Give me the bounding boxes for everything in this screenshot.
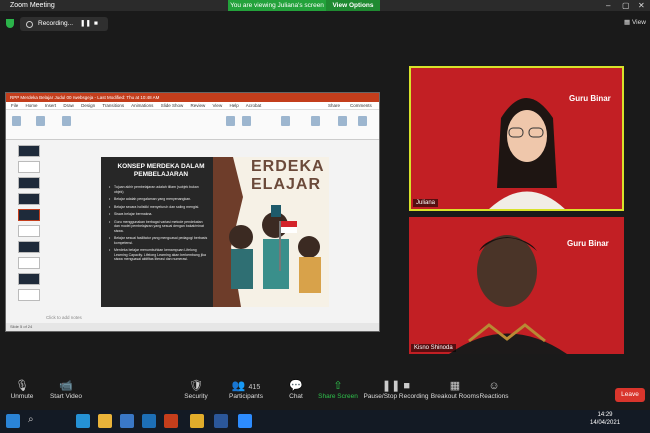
slide-title: KONSEP MERDEKA DALAM PEMBELAJARAN xyxy=(117,163,205,178)
list-item: Belajar adalah pengalaman yang menyenang… xyxy=(109,197,209,202)
view-button[interactable]: ▦ View xyxy=(624,18,646,26)
powerpoint-icon[interactable] xyxy=(164,414,178,428)
menu-draw[interactable]: Draw xyxy=(63,103,74,108)
close-icon[interactable]: ✕ xyxy=(638,0,645,11)
ppt-title-bar: RPP Merdeka Belajar Judul 00 rwebsgeja -… xyxy=(6,93,379,102)
participant-name: Kisno Shinoda xyxy=(411,344,456,352)
slide-bullets: Tujuan akhir pembelajaran adalah tiliam … xyxy=(109,185,209,265)
chrome-icon[interactable] xyxy=(190,414,204,428)
shapes-icon[interactable] xyxy=(226,116,235,126)
video-tile-juliana[interactable]: Guru Binar Juliana xyxy=(409,66,624,211)
notes-placeholder[interactable]: Click to add notes xyxy=(46,315,82,320)
recording-icon xyxy=(26,21,33,28)
windows-taskbar: ⌕ xyxy=(0,410,650,433)
edge-icon[interactable] xyxy=(76,414,90,428)
minimize-icon[interactable]: – xyxy=(606,0,610,11)
designer-icon[interactable] xyxy=(358,116,367,126)
create-pdf-icon[interactable] xyxy=(311,116,320,126)
menu-home[interactable]: Home xyxy=(26,103,38,108)
search-icon[interactable]: ⌕ xyxy=(28,414,42,428)
menu-file[interactable]: File xyxy=(11,103,18,108)
video-off-icon: 📹 xyxy=(59,380,73,392)
ppt-menu: File Home Insert Draw Design Transitions… xyxy=(6,102,379,110)
slide-heading-art: ERDEKA ELAJAR xyxy=(251,158,325,193)
recording-label: Recording... xyxy=(38,20,74,27)
pause-icon[interactable]: ❚❚ xyxy=(80,17,91,31)
shared-powerpoint-window: RPP Merdeka Belajar Judul 00 rwebsgeja -… xyxy=(5,92,380,332)
menu-insert[interactable]: Insert xyxy=(45,103,56,108)
file-explorer-icon[interactable] xyxy=(98,414,112,428)
share-screen-button[interactable]: ⇧ Share Screen xyxy=(308,380,368,400)
list-item: Merdeka belajar menumbuhkan kemampuan Li… xyxy=(109,248,209,262)
mail-icon[interactable] xyxy=(142,414,156,428)
menu-view[interactable]: View xyxy=(213,103,223,108)
window-title: Zoom Meeting xyxy=(10,2,55,9)
find-icon[interactable] xyxy=(281,116,290,126)
viewing-banner: You are viewing Juliana's screen View Op… xyxy=(228,0,380,11)
pause-stop-icon: ❚❚ ■ xyxy=(381,380,411,392)
slide-thumbnails[interactable] xyxy=(10,145,42,323)
reactions-button[interactable]: ☺ Reactions xyxy=(464,380,524,400)
ppt-share-button[interactable]: Share xyxy=(328,102,340,110)
reactions-icon: ☺ xyxy=(488,380,500,392)
arrange-icon[interactable] xyxy=(242,116,251,126)
menu-transitions[interactable]: Transitions xyxy=(102,103,124,108)
paste-icon[interactable] xyxy=(12,116,21,126)
word-icon[interactable] xyxy=(214,414,228,428)
view-options-button[interactable]: View Options xyxy=(326,0,380,11)
share-screen-icon: ⇧ xyxy=(333,380,343,392)
menu-help[interactable]: Help xyxy=(229,103,238,108)
viewing-text: You are viewing Juliana's screen xyxy=(228,0,326,11)
current-slide: KONSEP MERDEKA DALAM PEMBELAJARAN Tujuan… xyxy=(101,157,329,307)
new-slide-icon[interactable] xyxy=(36,116,45,126)
list-item: Tujuan akhir pembelajaran adalah tiliam … xyxy=(109,185,209,194)
windows-start-icon[interactable] xyxy=(6,414,20,428)
start-video-button[interactable]: 📹 Start Video xyxy=(36,380,96,400)
recording-indicator[interactable]: Recording... ❚❚ ■ xyxy=(20,17,108,31)
shield-icon[interactable] xyxy=(6,19,14,28)
ppt-ribbon xyxy=(6,110,379,140)
menu-acrobat[interactable]: Acrobat xyxy=(246,103,262,108)
list-item: Siswa belajar bermakna. xyxy=(109,212,209,217)
list-item: Belajar secara holistik/ menyeluruh dan … xyxy=(109,205,209,210)
participant-name: Juliana xyxy=(413,199,439,207)
maximize-icon[interactable]: ▢ xyxy=(622,0,630,11)
layout-icon[interactable] xyxy=(62,116,71,126)
taskbar-clock[interactable]: 14:29 14/04/2021 xyxy=(590,411,620,427)
store-icon[interactable] xyxy=(120,414,134,428)
stop-icon[interactable]: ■ xyxy=(94,17,98,31)
slide-text-panel: KONSEP MERDEKA DALAM PEMBELAJARAN Tujuan… xyxy=(101,157,213,307)
grid-icon: ▦ xyxy=(624,19,632,26)
leave-button[interactable]: Leave xyxy=(615,388,645,402)
participant-video xyxy=(449,235,567,354)
zoom-icon[interactable] xyxy=(238,414,252,428)
ppt-comments-button[interactable]: Comments xyxy=(350,102,372,110)
video-tile-kisno[interactable]: Guru Binar Kisno Shinoda xyxy=(409,217,624,354)
menu-review[interactable]: Review xyxy=(190,103,205,108)
guru-binar-logo: Guru Binar xyxy=(567,239,609,248)
ppt-status-bar: Slide 5 of 24 xyxy=(6,323,379,331)
list-item: Guru menggunakan berbagai variasi metode… xyxy=(109,220,209,234)
list-item: Belajar sesuai fasilitator yang menguasa… xyxy=(109,236,209,245)
participant-video xyxy=(489,98,565,209)
dictate-icon[interactable] xyxy=(338,116,347,126)
menu-design[interactable]: Design xyxy=(81,103,95,108)
menu-animations[interactable]: Animations xyxy=(131,103,153,108)
menu-slideshow[interactable]: Slide Show xyxy=(161,103,184,108)
pause-recording-button[interactable]: ❚❚ ■ Pause/Stop Recording xyxy=(362,380,430,400)
